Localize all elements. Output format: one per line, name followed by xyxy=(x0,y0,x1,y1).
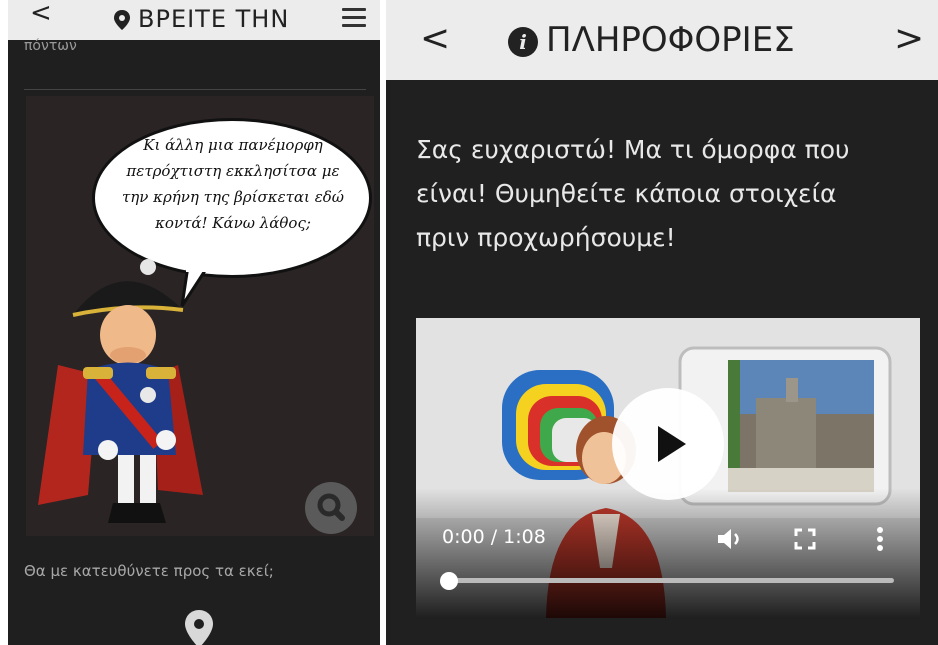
info-icon: i xyxy=(508,27,538,57)
video-controls-overlay xyxy=(416,488,920,618)
right-screen: < i ΠΛΗΡΟΦΟΡΙΕΣ > Σας ευχαριστώ! Μα τι ό… xyxy=(386,0,938,645)
cut-off-text: πόντων xyxy=(24,38,77,54)
volume-icon[interactable] xyxy=(716,526,746,552)
left-header: < ΒΡΕΙΤΕ ΤΗΝ xyxy=(8,0,380,40)
bubble-line: Κι άλλη μια πανέμορφη xyxy=(143,136,323,154)
more-vert-icon[interactable] xyxy=(876,526,884,552)
fullscreen-icon[interactable] xyxy=(794,528,816,550)
right-header: < i ΠΛΗΡΟΦΟΡΙΕΣ > xyxy=(386,0,938,80)
left-screen: < ΒΡΕΙΤΕ ΤΗΝ πόντων Κι άλλη μια πανέμορφ… xyxy=(8,0,380,645)
left-title: ΒΡΕΙΤΕ ΤΗΝ xyxy=(138,5,290,33)
message-line: είναι! Θυμηθείτε κάποια στοιχεία xyxy=(416,179,837,208)
hamburger-menu-icon[interactable] xyxy=(342,8,366,28)
video-progress-track[interactable] xyxy=(446,578,894,583)
video-time: 0:00 / 1:08 xyxy=(442,526,546,548)
next-button[interactable]: > xyxy=(894,18,924,59)
divider xyxy=(24,89,366,90)
location-pin-icon[interactable] xyxy=(182,608,216,645)
speech-bubble-text: Κι άλλη μια πανέμορφη πετρόχτιστη εκκλησ… xyxy=(104,132,362,236)
play-button[interactable] xyxy=(612,388,724,500)
bubble-line: πετρόχτιστη εκκλησίτσα με xyxy=(126,162,340,180)
location-pin-icon xyxy=(114,10,130,30)
question-text: Θα με κατευθύνετε προς τα εκεί; xyxy=(24,562,274,580)
search-icon xyxy=(317,493,345,521)
bubble-line: κοντά! Κάνω λάθος; xyxy=(155,214,311,232)
video-progress-thumb[interactable] xyxy=(440,572,458,590)
message-line: Σας ευχαριστώ! Μα τι όμορφα που xyxy=(416,135,850,164)
video-player[interactable]: 0:00 / 1:08 xyxy=(416,318,920,618)
right-title: ΠΛΗΡΟΦΟΡΙΕΣ xyxy=(546,20,795,60)
bubble-line: την κρήνη της βρίσκεται εδώ xyxy=(121,188,345,206)
napoleon-character-illustration xyxy=(38,259,203,523)
back-button[interactable]: < xyxy=(420,18,450,59)
play-icon xyxy=(658,426,686,462)
search-button[interactable] xyxy=(305,482,357,534)
back-button[interactable]: < xyxy=(30,0,52,28)
message-line: πριν προχωρήσουμε! xyxy=(416,223,676,252)
info-message: Σας ευχαριστώ! Μα τι όμορφα που είναι! Θ… xyxy=(416,128,916,260)
